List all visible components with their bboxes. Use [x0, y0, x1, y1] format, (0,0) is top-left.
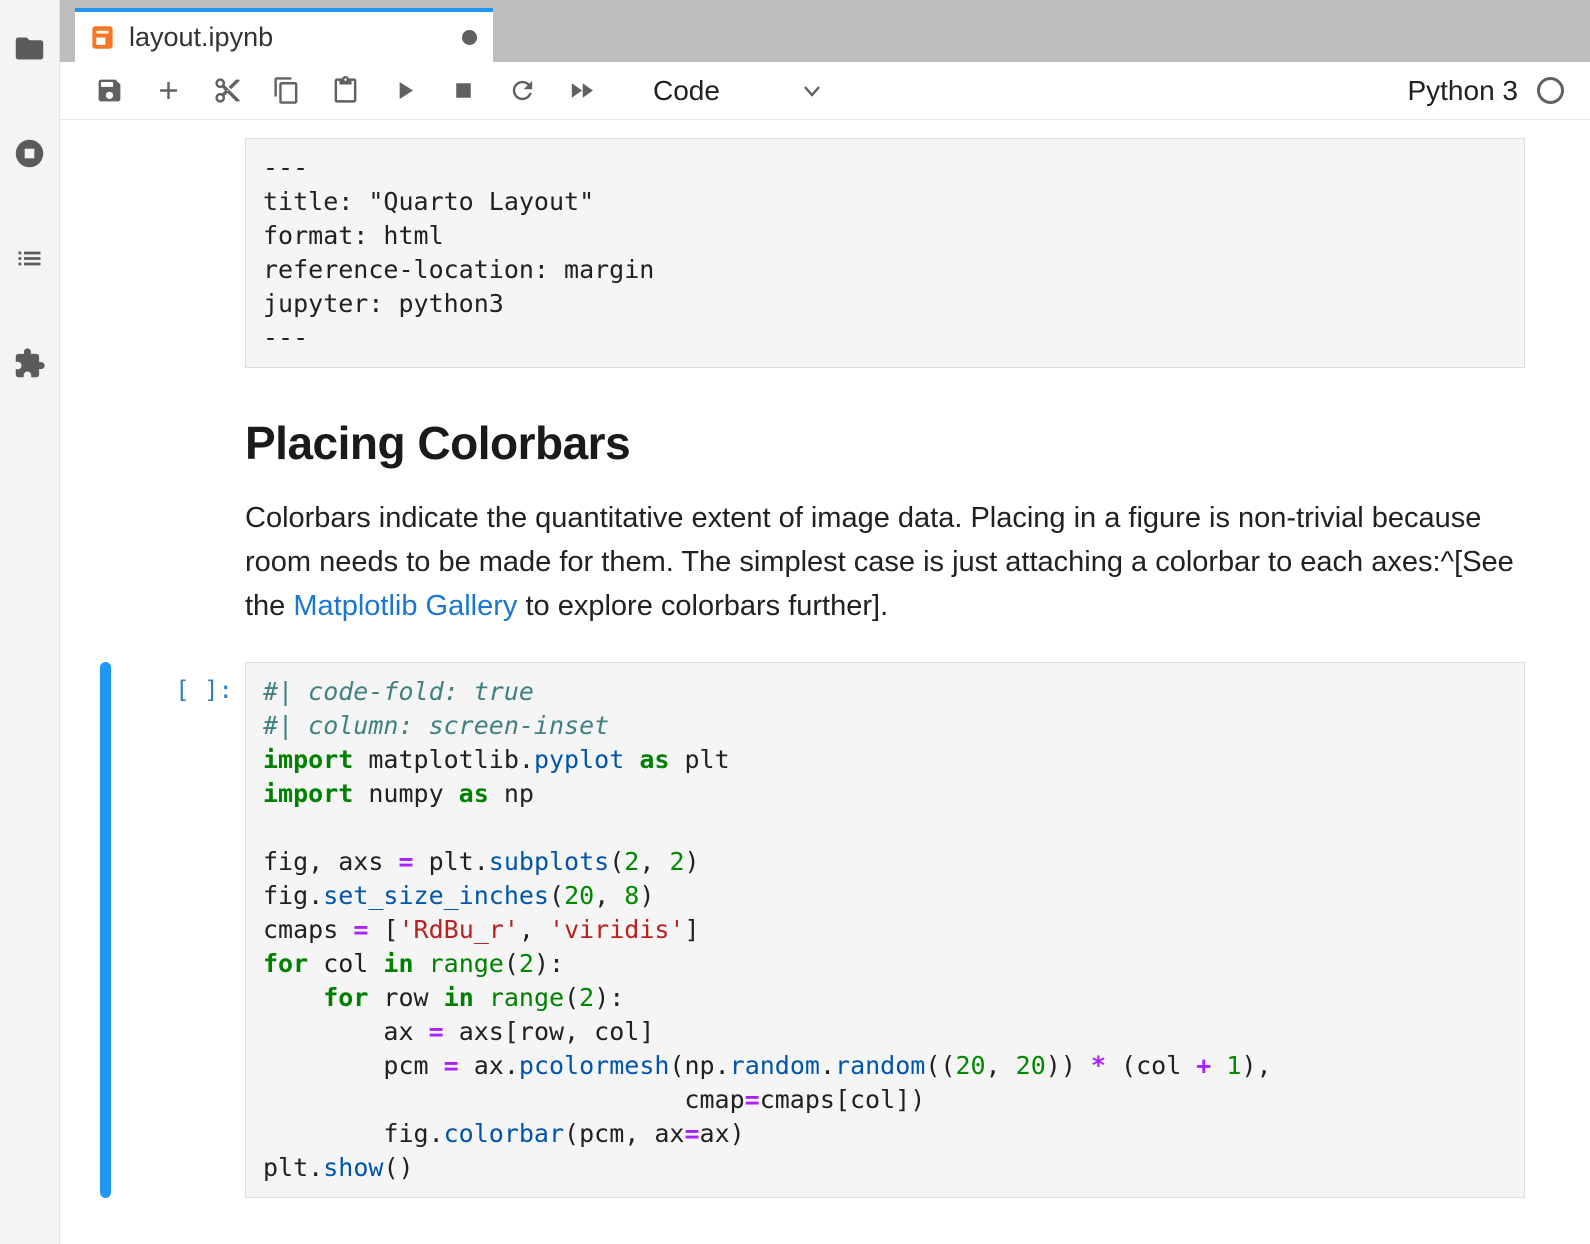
kernel-status-icon[interactable] [1537, 77, 1564, 104]
paste-icon[interactable] [330, 76, 360, 106]
paragraph-text-after-link: to explore colorbars further]. [517, 590, 888, 622]
markdown-rendered-body: Placing Colorbars Colorbars indicate the… [245, 376, 1525, 628]
cell-gutter [60, 138, 245, 368]
unsaved-changes-indicator[interactable] [462, 30, 477, 45]
notebook-toolbar: Code Python 3 [60, 62, 1590, 120]
left-activity-bar [0, 0, 60, 1244]
cell-gutter [60, 376, 245, 628]
markdown-cell[interactable]: Placing Colorbars Colorbars indicate the… [60, 376, 1590, 628]
folder-icon[interactable] [13, 32, 46, 65]
notebook-content: --- title: "Quarto Layout" format: html … [60, 120, 1590, 1244]
list-icon[interactable] [13, 242, 46, 275]
markdown-paragraph: Colorbars indicate the quantitative exte… [245, 496, 1525, 628]
cell-collapser[interactable] [100, 138, 111, 368]
cut-icon[interactable] [212, 76, 242, 106]
kernel-area: Python 3 [1407, 75, 1564, 107]
raw-cell-source[interactable]: --- title: "Quarto Layout" format: html … [245, 138, 1525, 368]
code-cell[interactable]: [ ]: #| code-fold: true#| column: screen… [60, 662, 1590, 1198]
run-all-icon[interactable] [566, 76, 596, 106]
notebook-icon [89, 24, 116, 51]
running-sessions-icon[interactable] [13, 137, 46, 170]
cell-prompt [111, 376, 245, 628]
cell-type-dropdown[interactable]: Code [653, 75, 825, 107]
cell-input-area: --- title: "Quarto Layout" format: html … [245, 138, 1525, 368]
chevron-down-icon [799, 78, 825, 104]
code-cell-source[interactable]: #| code-fold: true#| column: screen-inse… [245, 662, 1525, 1198]
run-icon[interactable] [389, 76, 419, 106]
jupyterlab-window: layout.ipynb [0, 0, 1590, 1244]
stop-icon[interactable] [448, 76, 478, 106]
save-icon[interactable] [94, 76, 124, 106]
tab-bar: layout.ipynb [60, 0, 1590, 62]
active-cell-collapser[interactable] [100, 662, 111, 1198]
cell-input-area: #| code-fold: true#| column: screen-inse… [245, 662, 1525, 1198]
cell-collapser[interactable] [100, 376, 111, 628]
cell-type-value: Code [653, 75, 720, 107]
matplotlib-gallery-link[interactable]: Matplotlib Gallery [293, 590, 517, 622]
cell-prompt [111, 138, 245, 368]
add-cell-icon[interactable] [153, 76, 183, 106]
main-area: layout.ipynb [60, 0, 1590, 1244]
restart-kernel-icon[interactable] [507, 76, 537, 106]
tab-title: layout.ipynb [129, 22, 273, 53]
extensions-puzzle-icon[interactable] [13, 347, 46, 380]
input-prompt: [ ]: [111, 662, 245, 1198]
kernel-name[interactable]: Python 3 [1407, 75, 1518, 107]
raw-cell[interactable]: --- title: "Quarto Layout" format: html … [60, 138, 1590, 368]
markdown-heading: Placing Colorbars [245, 416, 1525, 470]
cell-gutter: [ ]: [60, 662, 245, 1198]
copy-icon[interactable] [271, 76, 301, 106]
tab-layout-ipynb[interactable]: layout.ipynb [75, 8, 493, 62]
